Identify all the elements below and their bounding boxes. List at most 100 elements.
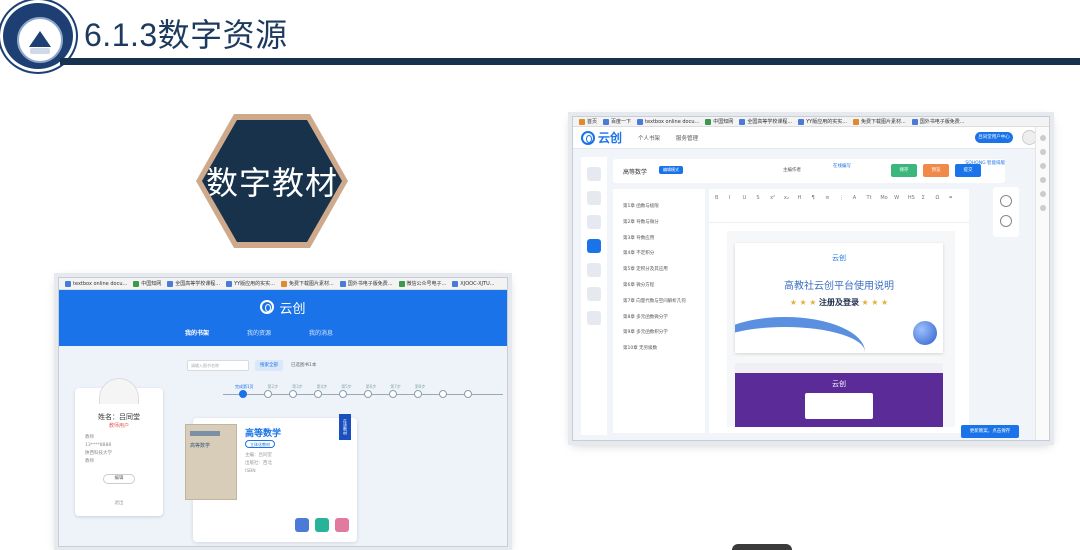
format-button[interactable]: U [743, 195, 757, 222]
nav-bookshelf[interactable]: 个人书架 [638, 134, 660, 142]
share-icon[interactable] [587, 263, 601, 277]
embedded-slide-2[interactable]: 云创 [735, 363, 943, 427]
bookmark-item[interactable]: 全国高等学校课程... [167, 280, 220, 287]
chapter-item[interactable]: 第9章 多元函数积分学 [613, 329, 705, 345]
document-canvas[interactable]: 云创 高教社云创平台使用说明 ★ ★ ★ 注册及登录 ★ ★ ★ 云创 [727, 231, 955, 427]
chapter-item[interactable]: 第10章 无穷级数 [613, 345, 705, 361]
book-title[interactable]: 高等数学 [245, 426, 281, 439]
edit-icon[interactable] [587, 239, 601, 253]
chapter-item[interactable]: 第3章 导数应用 [613, 235, 705, 251]
step-dot[interactable] [314, 390, 322, 398]
format-button[interactable]: ¶ [811, 195, 825, 222]
page-icon [339, 280, 346, 287]
step-dot[interactable] [464, 390, 472, 398]
format-button[interactable]: Tt [867, 195, 881, 222]
nav-my-bookshelf[interactable]: 我的书架 [185, 328, 209, 337]
assistant-icon[interactable] [1000, 195, 1012, 207]
edit-icon[interactable] [295, 518, 309, 532]
format-button[interactable]: W [894, 195, 908, 222]
search-icon[interactable] [1039, 135, 1046, 141]
chapter-item[interactable]: 第8章 多元函数微分学 [613, 314, 705, 330]
bookmark-item[interactable]: 国外书电子版免费... [911, 118, 965, 125]
book-actions [295, 518, 349, 532]
preview-button[interactable]: 预览 [923, 164, 949, 177]
nav-service[interactable]: 服务管理 [676, 134, 698, 142]
format-button[interactable]: ≡ [825, 195, 839, 222]
editor-role[interactable]: 主编作者 [783, 167, 801, 173]
chapter-item[interactable]: 第2章 导数与微分 [613, 219, 705, 235]
delete-icon[interactable] [335, 518, 349, 532]
format-button[interactable]: H [798, 195, 812, 222]
search-all-button[interactable]: 搜索全部 [255, 360, 283, 371]
step-dot[interactable] [289, 390, 297, 398]
book-card[interactable]: 高等数学 高等数学 立体化教材 主编：吕同堂 出版社：西北 ISBN 在读教材 [185, 414, 357, 542]
format-button[interactable]: Mo [880, 195, 894, 222]
chapter-item[interactable]: 第6章 微分方程 [613, 282, 705, 298]
online-edit-tab[interactable]: 在线编写 [833, 163, 851, 169]
step-dot[interactable] [389, 390, 397, 398]
bookmark-item[interactable]: YY版应用的实实... [226, 280, 275, 287]
bookmark-item[interactable]: YY版应用的实实... [798, 118, 847, 125]
bookmark-item[interactable]: 全国高等学校课程... [739, 118, 792, 125]
book-cover[interactable]: 高等数学 [185, 424, 237, 500]
bookmark-item[interactable]: 首页 [579, 118, 597, 125]
step-dot[interactable] [414, 390, 422, 398]
step-dot[interactable] [239, 390, 247, 398]
bookmark-item[interactable]: 免费下载图片素材... [852, 118, 906, 125]
format-button[interactable]: HS [908, 195, 922, 222]
settings-icon[interactable] [1039, 191, 1046, 197]
format-button[interactable]: Ω [935, 195, 949, 222]
chapter-item[interactable]: 第1章 函数与极限 [613, 203, 705, 219]
format-button[interactable]: B [715, 195, 729, 222]
step-dot[interactable] [339, 390, 347, 398]
outlook-icon[interactable] [1039, 205, 1046, 211]
bookmark-item[interactable]: 微信公众号电子... [398, 280, 446, 287]
format-button[interactable]: Σ [922, 195, 936, 222]
embedded-slide[interactable]: 云创 高教社云创平台使用说明 ★ ★ ★ 注册及登录 ★ ★ ★ [735, 243, 943, 353]
bookmark-item[interactable]: 免费下载图片素材... [280, 280, 334, 287]
bookmark-item[interactable]: 中国知网 [705, 118, 733, 125]
book-icon[interactable] [587, 191, 601, 205]
save-update-button[interactable]: 更新教案，点击保存 [961, 425, 1019, 438]
chapter-item[interactable]: 第7章 向量代数与空间解析几何 [613, 298, 705, 314]
chapter-item[interactable]: 第5章 定积分及其应用 [613, 266, 705, 282]
nav-my-messages[interactable]: 我的消息 [309, 328, 333, 337]
tools-icon[interactable] [1039, 163, 1046, 169]
format-button[interactable]: x² [770, 195, 784, 222]
format-button[interactable]: I [729, 195, 743, 222]
profile-line: 13****8888 [85, 443, 112, 448]
page-icon [739, 118, 746, 125]
games-icon[interactable] [1039, 177, 1046, 183]
format-button[interactable]: x₂ [784, 195, 798, 222]
settings-icon[interactable] [587, 311, 601, 325]
home-icon[interactable] [587, 167, 601, 181]
bookmark-item[interactable]: 中国知网 [133, 280, 161, 287]
bookmark-icon[interactable] [1039, 149, 1046, 155]
bookmark-item[interactable]: textbox online docu... [637, 118, 699, 125]
step-dot[interactable] [364, 390, 372, 398]
save-button[interactable]: 保存 [891, 164, 917, 177]
bookmark-item[interactable]: 国外书电子版免费... [339, 280, 393, 287]
slide-top-bar [735, 363, 943, 373]
resource-icon[interactable] [587, 215, 601, 229]
avatar[interactable] [99, 378, 139, 404]
logout-link[interactable]: 退出 [75, 500, 163, 506]
step-dot[interactable] [439, 390, 447, 398]
format-button[interactable]: S [756, 195, 770, 222]
template-icon[interactable] [1000, 215, 1012, 227]
nav-my-resources[interactable]: 我的资源 [247, 328, 271, 337]
app-brand[interactable]: 云创 [581, 129, 622, 146]
bookmark-item[interactable]: XJOOC-XJTU... [452, 280, 495, 287]
format-button[interactable]: ⌗ [949, 195, 963, 222]
view-icon[interactable] [315, 518, 329, 532]
user-center-button[interactable]: 吕同堂用户中心 [975, 132, 1013, 143]
bookmark-item[interactable]: textbox online docu... [65, 280, 127, 287]
book-search-input[interactable]: 请输入图书名称 [187, 360, 249, 371]
step-dot[interactable] [264, 390, 272, 398]
format-button[interactable]: ⋮ [839, 195, 853, 222]
chart-icon[interactable] [587, 287, 601, 301]
format-button[interactable]: A [853, 195, 867, 222]
edit-profile-button[interactable]: 编辑 [103, 474, 135, 484]
bookmark-item[interactable]: 百度一下 [603, 118, 631, 125]
chapter-item[interactable]: 第4章 不定积分 [613, 250, 705, 266]
